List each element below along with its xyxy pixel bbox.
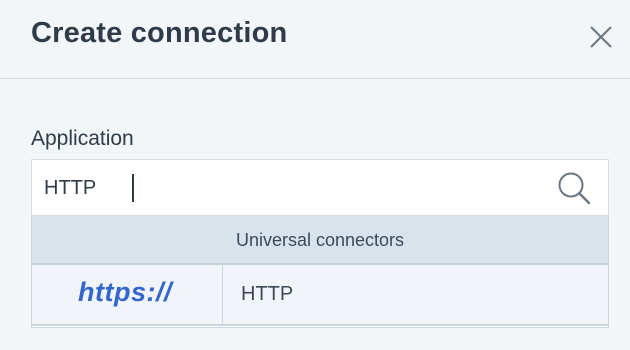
option-label: HTTP — [241, 283, 294, 305]
option-logo-cell: https:// — [32, 265, 223, 324]
dialog-header: Create connection — [0, 0, 630, 79]
https-logo: https:// — [78, 277, 172, 307]
group-header-universal-connectors: Universal connectors — [32, 216, 608, 265]
close-icon — [590, 26, 612, 48]
application-label: Application — [31, 127, 134, 150]
application-search-field[interactable] — [31, 159, 609, 216]
search-icon[interactable] — [555, 169, 593, 207]
text-caret — [132, 174, 134, 202]
option-http[interactable]: https:// HTTP — [32, 265, 608, 326]
results-dropdown: Universal connectors https:// HTTP — [31, 216, 609, 328]
close-button[interactable] — [586, 22, 616, 52]
application-search-input[interactable] — [44, 172, 544, 204]
dialog-title: Create connection — [31, 17, 288, 49]
